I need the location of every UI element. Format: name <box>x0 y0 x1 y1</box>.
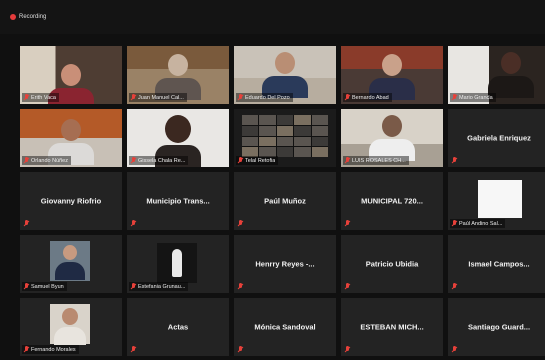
participant-name: Actas <box>167 322 189 332</box>
participant-name: ESTEBAN MICH... <box>360 322 424 332</box>
recording-indicator: Recording <box>10 14 46 20</box>
participant-name: Patricio Ubidia <box>365 259 419 269</box>
participant-label: Telal Retofia <box>236 156 279 165</box>
participant-name: Santiago Guard... <box>467 322 531 332</box>
mic-muted-icon <box>23 94 29 101</box>
mic-muted-icon <box>237 220 243 227</box>
mic-muted-icon <box>451 157 457 164</box>
participant-label: Estefania Grunau... <box>129 282 189 291</box>
participant-label: Orlando Núñez <box>22 156 71 165</box>
gallery-view-grid: Erith Vaca Juan Manuel Cal... Eduardo De… <box>20 46 545 356</box>
participant-name: MUNICIPAL 720... <box>361 196 423 206</box>
participant-tile[interactable]: Henrry Reyes -... <box>234 235 336 293</box>
mic-muted-icon <box>23 220 29 227</box>
participant-tile[interactable]: Actas <box>127 298 229 356</box>
participant-tile[interactable]: MUNICIPAL 720... <box>341 172 443 230</box>
participant-tile[interactable]: Erith Vaca <box>20 46 122 104</box>
top-bar: Recording <box>0 0 545 34</box>
participant-tile[interactable]: Fernando Morales <box>20 298 122 356</box>
participant-label: Paúl Andino Sal... <box>450 219 506 228</box>
mic-muted-icon <box>130 94 136 101</box>
participant-tile[interactable]: Paúl Andino Sal... <box>448 172 545 230</box>
participant-name: Mónica Sandoval <box>254 322 316 332</box>
participant-tile[interactable]: Orlando Núñez <box>20 109 122 167</box>
mic-muted-icon <box>130 157 136 164</box>
mic-muted-icon <box>451 220 457 227</box>
participant-label: Juan Manuel Cal... <box>129 93 187 102</box>
mic-muted-icon <box>237 283 243 290</box>
shared-gallery-thumbnail <box>242 115 328 157</box>
participant-tile[interactable]: Paúl Muñoz <box>234 172 336 230</box>
participant-name: Paúl Muñoz <box>264 196 306 206</box>
participant-label: Erith Vaca <box>22 93 59 102</box>
participant-tile[interactable]: Bernardo Abad <box>341 46 443 104</box>
participant-label: Gissela Chala Re... <box>129 156 189 165</box>
recording-dot-icon <box>10 14 16 20</box>
participant-label: Fernando Morales <box>22 345 79 354</box>
profile-picture <box>50 241 90 281</box>
mic-muted-icon <box>344 346 350 353</box>
mic-muted-icon <box>451 283 457 290</box>
participant-label: Mario Granda <box>450 93 496 102</box>
mic-muted-icon <box>23 157 29 164</box>
profile-picture <box>157 243 197 283</box>
participant-tile[interactable]: Estefania Grunau... <box>127 235 229 293</box>
participant-tile[interactable]: Juan Manuel Cal... <box>127 46 229 104</box>
participant-label: Eduardo Del Pozo <box>236 93 293 102</box>
participant-tile[interactable]: Samuel Byun <box>20 235 122 293</box>
mic-muted-icon <box>344 283 350 290</box>
participant-tile[interactable]: LUIS ROSALES CH... <box>341 109 443 167</box>
participant-name: Gabriela Enriquez <box>467 133 531 143</box>
participant-tile[interactable]: Mónica Sandoval <box>234 298 336 356</box>
mic-muted-icon <box>451 346 457 353</box>
participant-tile[interactable]: Eduardo Del Pozo <box>234 46 336 104</box>
participant-name: Henrry Reyes -... <box>255 259 315 269</box>
participant-tile[interactable]: Gissela Chala Re... <box>127 109 229 167</box>
participant-name: Giovanny Riofrio <box>40 196 102 206</box>
mic-muted-icon <box>23 346 29 353</box>
participant-label: LUIS ROSALES CH... <box>343 156 409 165</box>
participant-label: Bernardo Abad <box>343 93 392 102</box>
mic-muted-icon <box>451 94 457 101</box>
participant-tile[interactable]: Telal Retofia <box>234 109 336 167</box>
mic-muted-icon <box>130 346 136 353</box>
participant-name: Ismael Campos... <box>468 259 530 269</box>
mic-muted-icon <box>237 346 243 353</box>
mic-muted-icon <box>237 157 243 164</box>
participant-tile[interactable]: Ismael Campos... <box>448 235 545 293</box>
participant-tile[interactable]: ESTEBAN MICH... <box>341 298 443 356</box>
profile-picture <box>478 180 522 218</box>
participant-tile[interactable]: Giovanny Riofrio <box>20 172 122 230</box>
participant-tile[interactable]: Gabriela Enriquez <box>448 109 545 167</box>
participant-tile[interactable]: Santiago Guard... <box>448 298 545 356</box>
recording-label: Recording <box>19 14 47 20</box>
participant-name: Municipio Trans... <box>146 196 210 206</box>
mic-muted-icon <box>237 94 243 101</box>
mic-muted-icon <box>130 283 136 290</box>
profile-picture <box>50 304 90 345</box>
participant-tile[interactable]: Municipio Trans... <box>127 172 229 230</box>
participant-label: Samuel Byun <box>22 282 67 291</box>
mic-muted-icon <box>344 157 350 164</box>
participant-tile[interactable]: Mario Granda <box>448 46 545 104</box>
mic-muted-icon <box>130 220 136 227</box>
mic-muted-icon <box>344 94 350 101</box>
mic-muted-icon <box>23 283 29 290</box>
mic-muted-icon <box>344 220 350 227</box>
participant-tile[interactable]: Patricio Ubidia <box>341 235 443 293</box>
